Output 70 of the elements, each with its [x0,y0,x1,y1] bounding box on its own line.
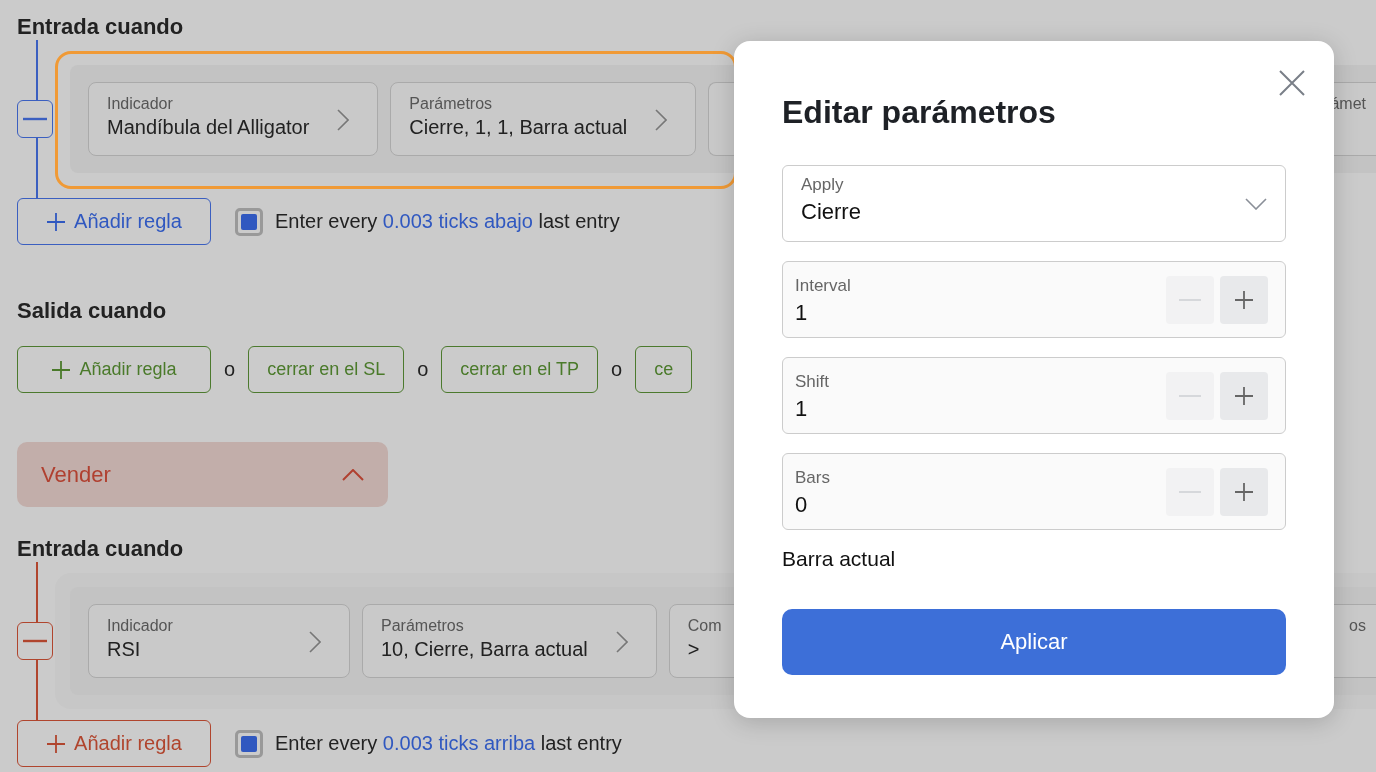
indicator-field[interactable]: Indicador RSI [88,604,350,678]
ticks-link[interactable]: 0.003 ticks arriba [382,732,536,754]
chevron-down-icon [1245,198,1267,210]
increment-button[interactable] [1220,468,1268,516]
exit-rule-button[interactable]: cerrar en el TP [441,346,599,393]
section-title: Entrada cuando [17,536,184,562]
ticks-link[interactable]: 0.003 ticks abajo [382,210,533,232]
field-value: Mandíbula del Alligator [107,115,310,140]
field-label: Apply [801,175,844,195]
add-rule-button[interactable]: Añadir regla [17,346,211,393]
remove-button[interactable] [17,622,53,660]
exit-rule-button[interactable]: cerrar en el SL [248,346,405,393]
checkbox[interactable] [235,207,263,236]
indicator-field[interactable]: Parámetros 10, Cierre, Barra actual [362,604,657,678]
increment-button[interactable] [1220,276,1268,324]
caret-icon [342,468,364,481]
field-value: Cierre, 1, 1, Barra actual [409,115,628,140]
plus-icon [1234,482,1254,502]
number-field[interactable]: Bars 0 [782,453,1286,530]
plus-icon [46,211,67,232]
field-label: Indicador [107,94,173,114]
plus-icon [46,733,67,754]
field-label: Shift [795,372,830,392]
field-label: Bars [795,468,830,488]
add-rule-button[interactable]: Añadir regla [17,198,211,245]
minus-icon [23,639,47,643]
remove-button[interactable] [17,100,53,138]
or-separator: o [611,358,623,381]
entry-rule-text: Enter every 0.003 ticks arriba last entry [275,732,622,755]
field-value: 1 [795,300,808,326]
section-title: Salida cuando [17,298,167,324]
number-field[interactable]: Shift 1 [782,357,1286,434]
field-value: RSI [107,637,141,662]
parameter-note: Barra actual [782,547,896,571]
add-rule-button[interactable]: Añadir regla [17,720,211,767]
or-separator: o [417,358,429,381]
entry-rule-text: Enter every 0.003 ticks abajo last entry [275,210,620,233]
increment-button[interactable] [1220,372,1268,420]
chevron-right-icon [655,109,668,131]
section-title: Entrada cuando [17,14,184,40]
field-value: > [687,637,700,662]
close-icon [1279,70,1305,96]
exit-rule-button[interactable]: ce [635,346,693,393]
chevron-right-icon [615,631,628,653]
dialog-title: Editar parámetros [782,93,1057,132]
field-value: 0 [795,492,808,518]
plus-icon [1234,290,1254,310]
close-button[interactable] [1279,70,1305,96]
field-label: Com [687,616,722,636]
chevron-right-icon [337,109,350,131]
field-label: Interval [795,276,851,296]
field-value: 10, Cierre, Barra actual [381,637,588,662]
indicator-field[interactable]: Indicador Mandíbula del Alligator [88,82,379,156]
or-separator: o [224,358,236,381]
field-value: 1 [795,396,808,422]
plus-icon [51,359,72,380]
checkbox[interactable] [235,729,263,758]
field-label: os [1349,616,1366,636]
minus-icon [23,117,47,121]
apply-button[interactable]: Aplicar [782,609,1286,675]
field-label: Parámetros [409,94,493,114]
sell-header[interactable]: Vender [17,442,388,507]
chevron-right-icon [309,631,321,653]
indicator-field[interactable]: Parámetros Cierre, 1, 1, Barra actual [390,82,697,156]
apply-select[interactable]: Apply Cierre [782,165,1286,242]
field-value: Cierre [801,199,861,225]
number-field[interactable]: Interval 1 [782,261,1286,338]
plus-icon [1234,386,1254,406]
field-label: Parámetros [381,616,464,636]
field-label: Indicador [107,616,173,636]
